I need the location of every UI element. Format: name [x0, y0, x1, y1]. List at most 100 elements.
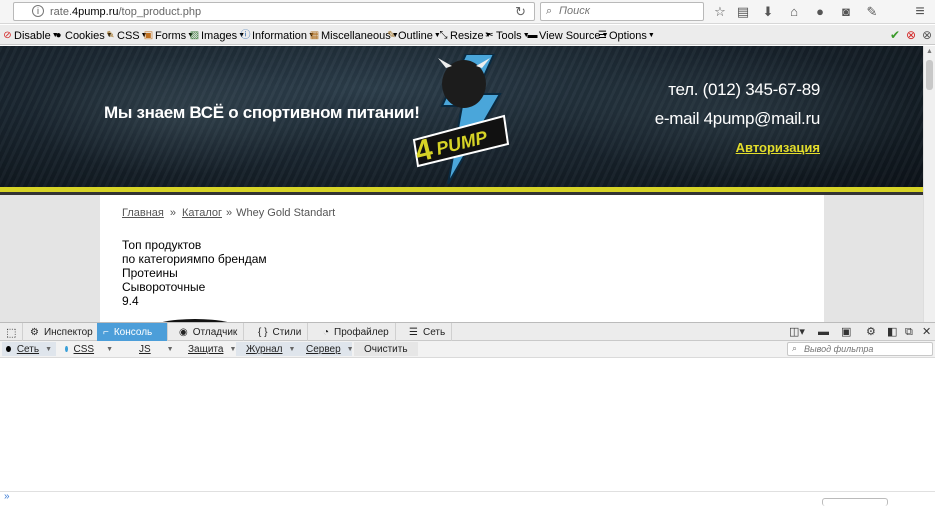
- chevron-down-icon[interactable]: ▼: [167, 346, 174, 353]
- filter-security[interactable]: Защита ▼: [178, 342, 236, 356]
- category-proteins[interactable]: Протеины: [122, 266, 178, 280]
- filter-js[interactable]: JS ▼: [119, 342, 177, 356]
- wd-outline-menu[interactable]: ✎ Outline ▼: [386, 28, 441, 43]
- misc-icon: ▦: [309, 30, 320, 41]
- filter-logging[interactable]: Журнал ▼: [236, 342, 296, 356]
- category-brand-links[interactable]: по категориямпо брендам: [122, 252, 267, 266]
- chat-icon[interactable]: ●: [811, 3, 829, 21]
- scratchpad-icon[interactable]: ▣: [841, 325, 851, 339]
- download-icon[interactable]: ⬇: [759, 3, 777, 21]
- tab-style-editor[interactable]: { } Стили: [252, 323, 309, 341]
- page-scrollbar[interactable]: ▲: [923, 46, 935, 322]
- wd-disable-menu[interactable]: ⊘ Disable ▼: [2, 28, 58, 43]
- scrollbar-thumb[interactable]: [926, 60, 933, 90]
- tab-style-editor-label: Стили: [272, 326, 302, 338]
- status-ok-icon[interactable]: ✔: [890, 28, 900, 42]
- filter-output-field[interactable]: ⌕: [787, 342, 933, 356]
- wd-tools-label: Tools: [496, 29, 522, 42]
- tab-profiler[interactable]: ◔ Профайлер: [317, 323, 396, 341]
- form-icon: ▣: [143, 30, 154, 41]
- console-input-box[interactable]: [822, 498, 888, 506]
- wd-forms-label: Forms: [155, 29, 187, 42]
- chevron-down-icon[interactable]: ▼: [289, 346, 296, 353]
- undock-icon[interactable]: ⧉: [905, 325, 913, 339]
- wd-images-menu[interactable]: ▨ Images ▼: [189, 28, 245, 43]
- site-logo[interactable]: 4 PUMP: [404, 54, 514, 184]
- menu-icon[interactable]: ≡: [911, 3, 929, 21]
- addon-icon[interactable]: ✎: [863, 3, 881, 21]
- tools-icon: ✂: [485, 30, 494, 41]
- product-rating: 9.4: [122, 294, 139, 308]
- responsive-mode-icon[interactable]: ▬: [818, 325, 829, 339]
- chevron-down-icon[interactable]: ▼: [106, 346, 113, 353]
- search-bar[interactable]: ⌕: [540, 2, 704, 21]
- site-email[interactable]: e-mail 4pump@mail.ru: [655, 109, 821, 129]
- devtools-close-icon[interactable]: ✕: [922, 325, 931, 339]
- filter-security-label: Защита: [188, 343, 224, 355]
- subcategory-whey[interactable]: Сывороточные: [122, 280, 205, 294]
- site-info-icon[interactable]: i: [32, 5, 44, 17]
- wd-information-label: Information: [252, 29, 308, 42]
- element-picker-button[interactable]: ⬚: [0, 323, 24, 341]
- inspector-icon: ⚙: [30, 326, 39, 338]
- chevron-down-icon[interactable]: ▼: [45, 346, 52, 353]
- wd-css-menu[interactable]: ✎ CSS ▼: [105, 28, 147, 43]
- filter-js-label: JS: [139, 343, 151, 355]
- wd-images-label: Images: [201, 29, 238, 42]
- cookie-icon: ●: [55, 30, 62, 41]
- tab-debugger[interactable]: ◉ Отладчик: [173, 323, 245, 341]
- profiler-icon: ◔: [323, 326, 330, 338]
- image-icon: ▨: [189, 30, 200, 41]
- filter-net[interactable]: Сеть ▼: [2, 342, 56, 356]
- breadcrumb-catalog-link[interactable]: Каталог: [182, 207, 222, 219]
- status-error-icon[interactable]: ⊗: [906, 28, 916, 42]
- breadcrumb-home-link[interactable]: Главная: [122, 207, 164, 219]
- scroll-up-icon[interactable]: ▲: [926, 48, 933, 55]
- tab-inspector[interactable]: ⚙ Инспектор: [24, 323, 100, 341]
- wd-disable-label: Disable: [14, 29, 51, 42]
- tab-network[interactable]: ☰ Сеть: [403, 323, 453, 341]
- url-bar[interactable]: i rate.4pump.ru/top_product.php ↻: [13, 2, 535, 21]
- wd-options-label: Options: [609, 29, 647, 42]
- breadcrumb-separator: »: [226, 207, 233, 219]
- search-icon: ⌕: [546, 5, 553, 17]
- wd-information-menu[interactable]: ⓘ Information ▼: [240, 28, 315, 43]
- braces-icon: { }: [258, 326, 268, 338]
- split-console-icon[interactable]: ◫▾: [789, 325, 805, 339]
- breadcrumb: Главная» Каталог» Whey Gold Standart: [122, 207, 335, 219]
- filter-output-input[interactable]: [804, 343, 930, 355]
- toolbar-close-icon[interactable]: ⊗: [922, 28, 932, 42]
- console-input-line[interactable]: »: [0, 491, 935, 506]
- search-icon: ⌕: [792, 343, 798, 353]
- element-picker-icon: ⬚: [6, 326, 17, 339]
- url-text[interactable]: rate.4pump.ru/top_product.php: [50, 6, 201, 18]
- devtools-tab-bar: ⬚ ⚙ Инспектор ⌐ Консоль ◉ Отладчик { } Стили…: [0, 322, 935, 341]
- tab-inspector-label: Инспектор: [43, 326, 93, 338]
- login-link[interactable]: Авторизация: [736, 140, 820, 155]
- tab-console[interactable]: ⌐ Консоль: [97, 323, 168, 341]
- chevron-down-icon[interactable]: ▼: [347, 346, 354, 353]
- filter-server[interactable]: Сервер ▼: [296, 342, 354, 356]
- wd-cookies-menu[interactable]: ● Cookies ▼: [53, 28, 112, 43]
- pocket-icon[interactable]: ◙: [837, 3, 855, 21]
- star-icon[interactable]: ☆: [711, 3, 729, 21]
- reload-icon[interactable]: ↻: [515, 4, 526, 20]
- wd-tools-menu[interactable]: ✂ Tools ▼: [484, 28, 529, 43]
- console-filter-bar: Сеть ▼ CSS ▼ JS ▼ Защита ▼ Журнал ▼ Сервер ▼ О…: [0, 341, 935, 358]
- settings-gear-icon[interactable]: ⚙: [866, 325, 876, 339]
- no-entry-icon: ⊘: [3, 30, 12, 41]
- filter-logging-label: Журнал: [246, 343, 283, 355]
- wd-forms-menu[interactable]: ▣ Forms ▼: [143, 28, 194, 43]
- filter-css[interactable]: CSS ▼: [61, 342, 117, 356]
- home-icon[interactable]: ⌂: [785, 3, 803, 21]
- reading-list-icon[interactable]: ▤: [734, 3, 752, 21]
- wd-resize-label: Resize: [450, 29, 484, 42]
- wd-options-menu[interactable]: ☰ Options ▼: [597, 28, 655, 43]
- resize-icon: ⤡: [439, 30, 448, 41]
- clear-console-button[interactable]: Очистить: [354, 342, 418, 356]
- outline-icon: ✎: [387, 30, 396, 41]
- tab-network-label: Сеть: [422, 326, 446, 338]
- dock-side-icon[interactable]: ◧: [887, 325, 897, 339]
- search-input[interactable]: [559, 5, 699, 17]
- info-icon: ⓘ: [240, 30, 251, 41]
